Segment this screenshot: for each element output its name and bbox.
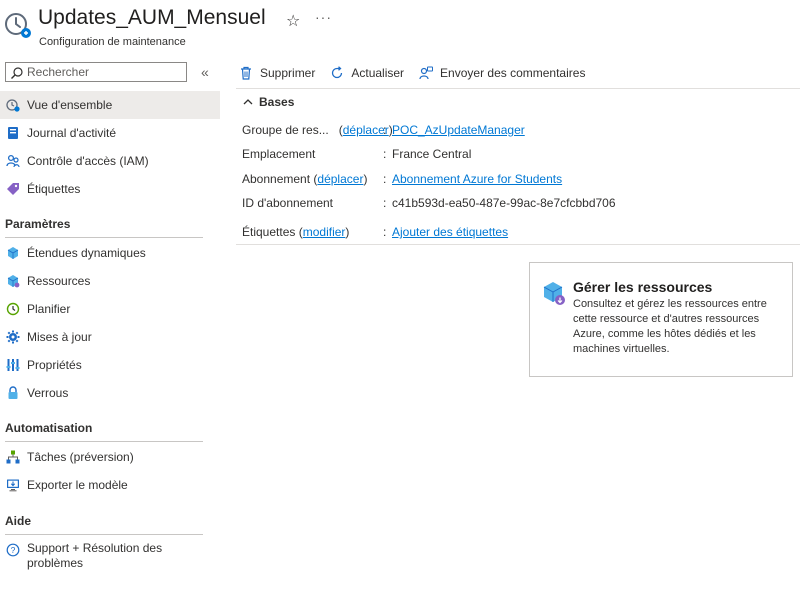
- section-title-parametres: Paramètres: [5, 217, 71, 231]
- sidebar-item-tags[interactable]: Étiquettes: [0, 175, 220, 203]
- sidebar-item-label: Mises à jour: [27, 330, 92, 344]
- sidebar-item-label: Tâches (préversion): [27, 450, 134, 464]
- refresh-label: Actualiser: [351, 66, 405, 80]
- sidebar-item-activity-log[interactable]: Journal d'activité: [0, 119, 220, 147]
- resource-group-link[interactable]: POC_AzUpdateManager: [392, 123, 525, 137]
- section-title-aide: Aide: [5, 514, 32, 528]
- sidebar-item-label: Support + Résolution des problèmes: [27, 541, 163, 570]
- page-header: Updates_AUM_Mensuel ☆ ··· Configuration …: [0, 0, 800, 56]
- export-template-icon: [5, 477, 21, 493]
- card-description: Consultez et gérez les ressources entre …: [573, 298, 767, 355]
- separator: :: [383, 147, 387, 161]
- sidebar-item-locks[interactable]: Verrous: [0, 379, 220, 407]
- search-box[interactable]: [5, 62, 187, 82]
- tasks-tree-icon: [5, 449, 21, 465]
- chevron-up-icon: [243, 99, 253, 105]
- collapse-sidebar-icon[interactable]: «: [201, 64, 209, 80]
- overview-icon: [5, 97, 21, 113]
- page-subtitle: Configuration de maintenance: [39, 36, 186, 48]
- sidebar-item-support[interactable]: ? Support + Résolution des problèmes: [0, 541, 220, 575]
- section-divider: [5, 534, 203, 535]
- trash-icon: [238, 65, 254, 81]
- refresh-icon: [329, 65, 345, 81]
- activity-log-icon: [5, 125, 21, 141]
- sidebar-item-resources[interactable]: Ressources: [0, 267, 220, 295]
- svg-text:?: ?: [11, 545, 16, 555]
- essentials-toggle[interactable]: Bases: [242, 95, 294, 109]
- toolbar-divider: [236, 88, 800, 89]
- tags-value: Ajouter des étiquettes: [392, 225, 508, 239]
- separator: :: [383, 123, 387, 137]
- maintenance-clock-icon: [5, 13, 31, 38]
- card-title: Gérer les ressources: [573, 279, 713, 295]
- sidebar-item-label: Verrous: [27, 386, 69, 400]
- subscription-value: Abonnement Azure for Students: [392, 172, 562, 186]
- sidebar-item-iam[interactable]: Contrôle d'accès (IAM): [0, 147, 220, 175]
- sidebar-item-label: Étendues dynamiques: [27, 246, 146, 260]
- subscription-link[interactable]: Abonnement Azure for Students: [392, 172, 562, 186]
- search-icon: [11, 67, 23, 79]
- section-divider: [5, 441, 203, 442]
- favorite-star-icon[interactable]: ☆: [286, 11, 300, 31]
- updates-gear-icon: [5, 329, 21, 345]
- resources-cube-icon: [5, 273, 21, 289]
- sidebar-item-label: Étiquettes: [27, 182, 81, 196]
- move-resource-group-link[interactable]: déplacer: [343, 123, 389, 137]
- sidebar-item-label: Ressources: [27, 274, 91, 288]
- lock-icon: [5, 385, 21, 401]
- help-question-icon: ?: [5, 542, 21, 558]
- separator: :: [383, 172, 387, 186]
- manage-resources-cube-icon: [543, 282, 565, 305]
- command-bar: Supprimer Actualiser Envoyer des comment…: [238, 62, 599, 84]
- sidebar-item-label: Vue d'ensemble: [27, 98, 113, 112]
- schedule-clock-icon: [5, 301, 21, 317]
- subscription-id-value: c41b593d-ea50-487e-99ac-8e7cfcbbd706: [392, 196, 616, 210]
- manage-resources-card[interactable]: Gérer les ressources Consultez et gérez …: [529, 262, 793, 377]
- delete-button[interactable]: Supprimer: [238, 65, 315, 81]
- essentials-label: Bases: [259, 95, 295, 109]
- section-title-automatisation: Automatisation: [5, 421, 93, 435]
- sidebar-item-properties[interactable]: Propriétés: [0, 351, 220, 379]
- sidebar-item-schedule[interactable]: Planifier: [0, 295, 220, 323]
- resource-group-value: POC_AzUpdateManager: [392, 123, 525, 137]
- feedback-button[interactable]: Envoyer des commentaires: [418, 65, 585, 81]
- subscription-label: Abonnement (déplacer): [242, 172, 368, 186]
- sidebar: « Vue d'ensemble Journal d'activité Cont…: [0, 58, 222, 595]
- essentials-divider: [236, 244, 800, 245]
- feedback-label: Envoyer des commentaires: [440, 66, 586, 80]
- properties-bars-icon: [5, 357, 21, 373]
- sidebar-item-export-template[interactable]: Exporter le modèle: [0, 471, 220, 499]
- edit-tags-link[interactable]: modifier: [303, 225, 346, 239]
- sidebar-item-dynamic-scopes[interactable]: Étendues dynamiques: [0, 239, 220, 267]
- sidebar-item-label: Exporter le modèle: [27, 478, 128, 492]
- sidebar-item-tasks[interactable]: Tâches (préversion): [0, 443, 220, 471]
- add-tags-link[interactable]: Ajouter des étiquettes: [392, 225, 508, 239]
- delete-label: Supprimer: [260, 66, 316, 80]
- sidebar-item-label: Propriétés: [27, 358, 82, 372]
- more-options-icon[interactable]: ···: [315, 9, 332, 25]
- sidebar-item-label: Contrôle d'accès (IAM): [27, 154, 149, 168]
- location-value: France Central: [392, 147, 472, 161]
- section-divider: [5, 237, 203, 238]
- separator: :: [383, 225, 387, 239]
- separator: :: [383, 196, 387, 210]
- sidebar-item-label: Journal d'activité: [27, 126, 117, 140]
- subscription-id-label: ID d'abonnement: [242, 196, 334, 210]
- refresh-button[interactable]: Actualiser: [329, 65, 404, 81]
- feedback-person-icon: [418, 65, 434, 81]
- search-input[interactable]: [27, 64, 182, 80]
- resource-group-label: Groupe de res... (déplacer): [242, 123, 393, 137]
- location-label: Emplacement: [242, 147, 316, 161]
- dynamic-scopes-icon: [5, 245, 21, 261]
- tag-icon: [5, 181, 21, 197]
- page-title: Updates_AUM_Mensuel: [38, 6, 266, 29]
- tags-label: Étiquettes (modifier): [242, 225, 350, 239]
- iam-people-icon: [5, 153, 21, 169]
- sidebar-item-updates[interactable]: Mises à jour: [0, 323, 220, 351]
- sidebar-item-label: Planifier: [27, 302, 71, 316]
- sidebar-item-overview[interactable]: Vue d'ensemble: [0, 91, 220, 119]
- move-subscription-link[interactable]: déplacer: [317, 172, 363, 186]
